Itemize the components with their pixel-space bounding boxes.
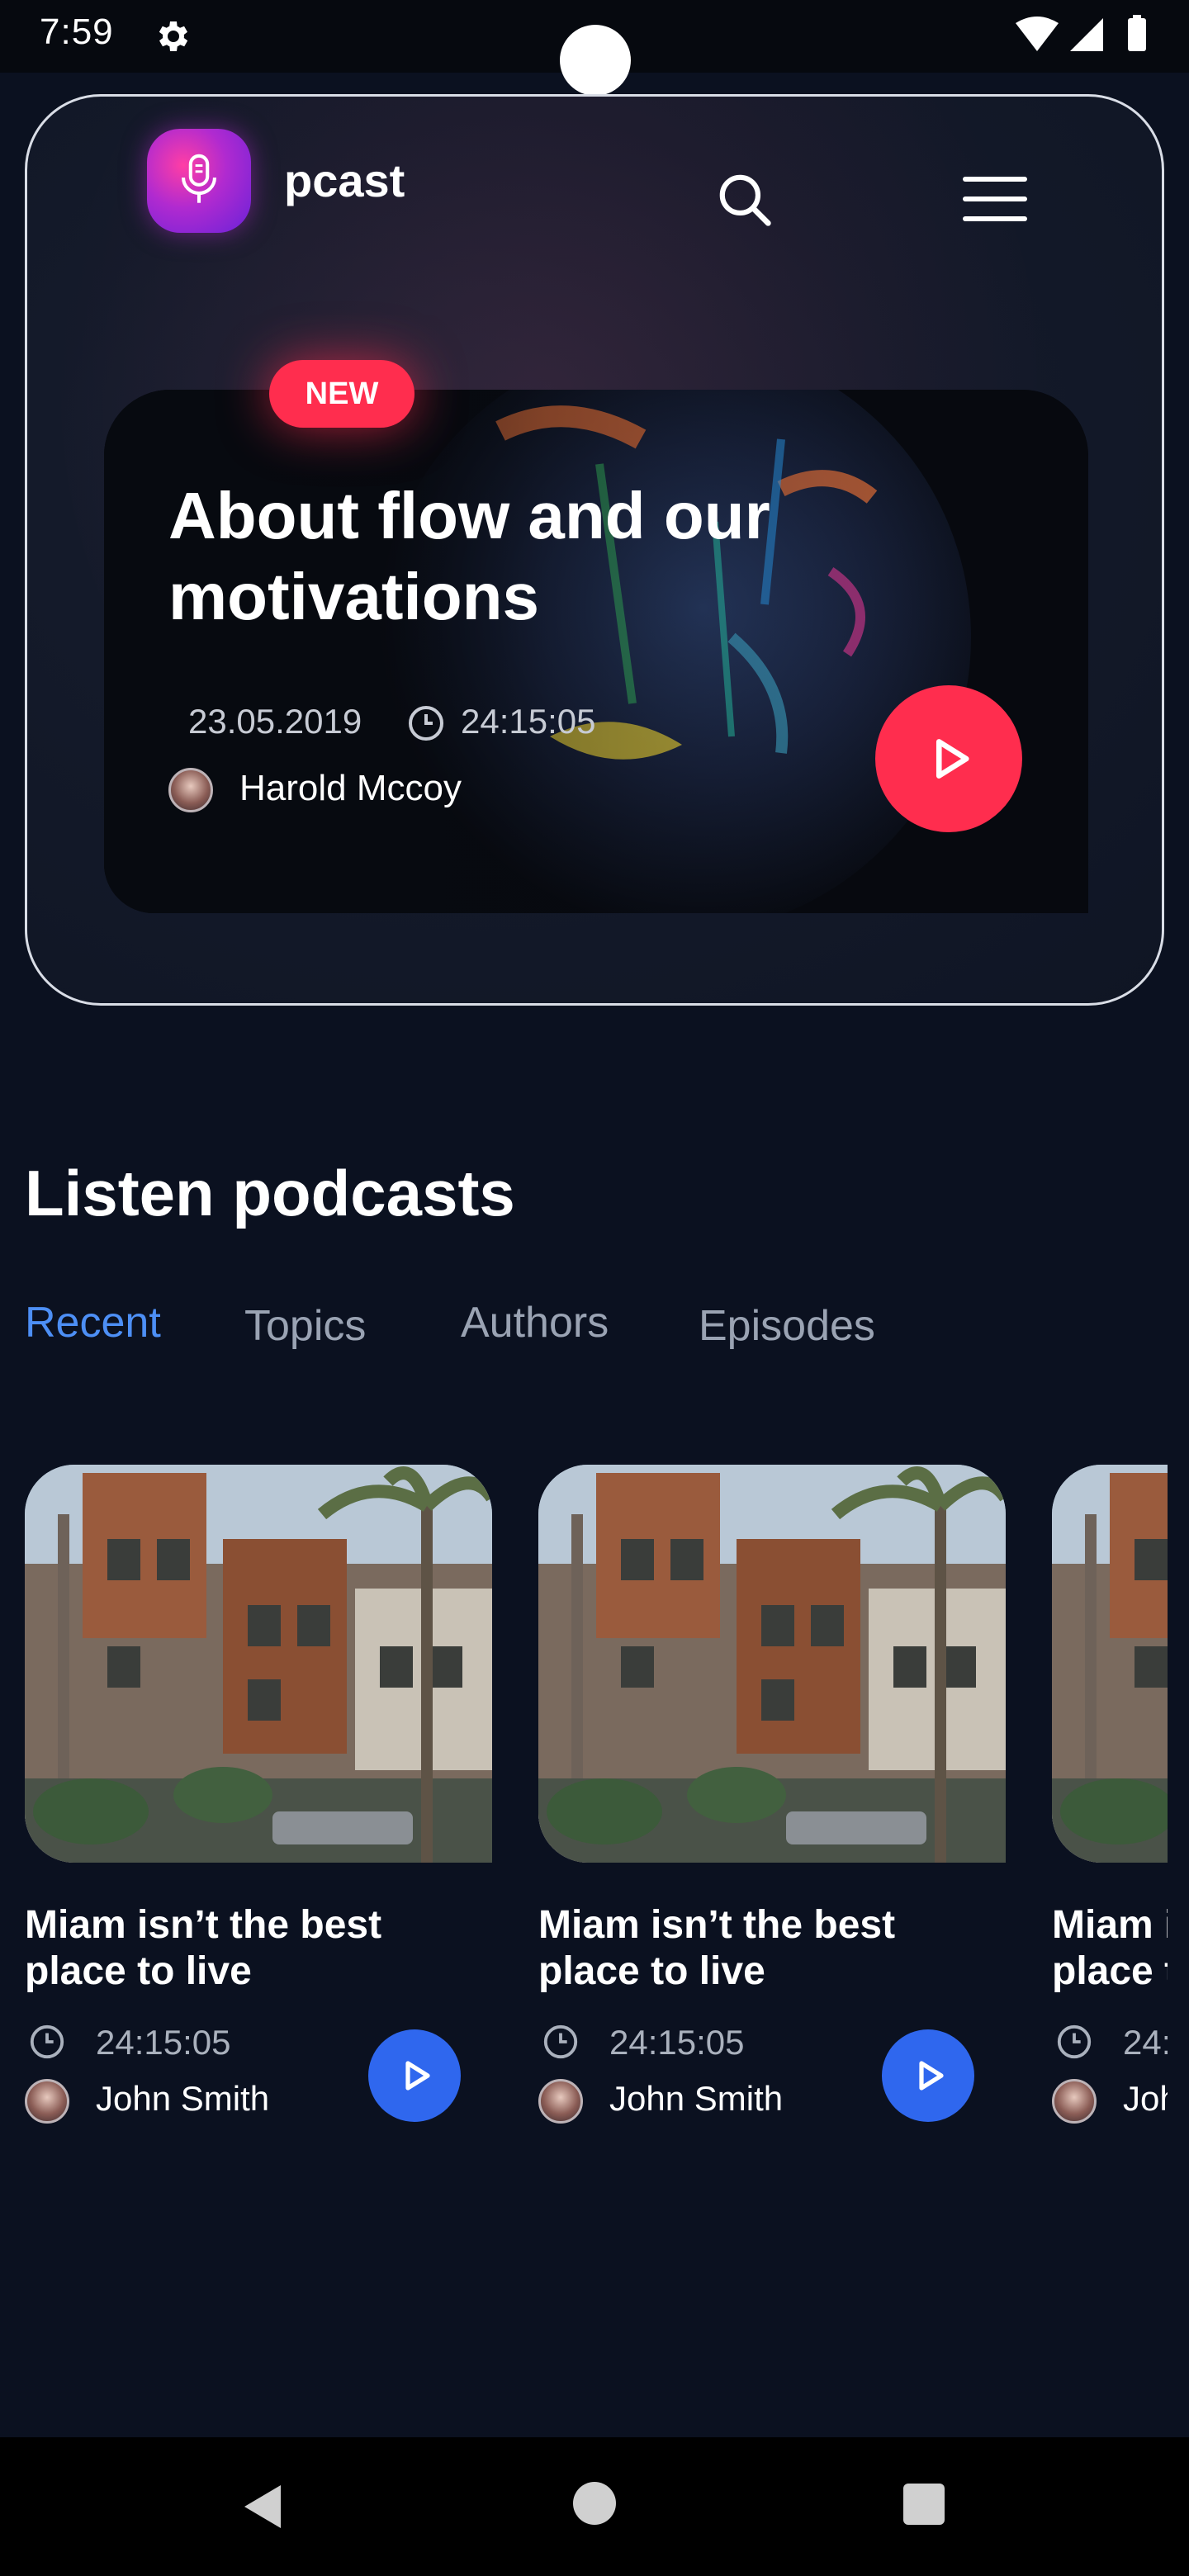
play-button[interactable]	[368, 2029, 461, 2122]
gear-icon	[159, 21, 188, 51]
featured-play-button[interactable]	[875, 685, 1022, 832]
clock-icon	[409, 706, 443, 741]
section-title: Listen podcasts	[25, 1157, 515, 1229]
featured-date: 23.05.2019	[188, 702, 362, 741]
avatar	[538, 2079, 583, 2124]
featured-title: About flow and our motivations	[168, 479, 770, 633]
clock-icon	[30, 2024, 64, 2059]
podcast-duration: 24:15:05	[609, 2023, 745, 2062]
featured-podcast-card[interactable]	[104, 390, 1088, 913]
signal-icon	[1070, 18, 1103, 51]
play-icon	[405, 2061, 430, 2091]
podcast-duration: 24:15:05	[96, 2023, 231, 2062]
podcast-card[interactable]: Miam isn’t the best place to live 24:15:…	[538, 1465, 1006, 2158]
podcast-thumbnail	[538, 1465, 1006, 1863]
search-icon[interactable]	[713, 168, 775, 230]
logo-text: pcast	[284, 154, 405, 206]
podcast-thumbnail	[25, 1465, 492, 1863]
clock-icon	[543, 2024, 578, 2059]
battery-icon	[1128, 18, 1146, 51]
avatar	[168, 768, 213, 812]
avatar	[1052, 2079, 1097, 2124]
tab-episodes[interactable]: Episodes	[699, 1301, 875, 1351]
play-icon	[919, 2061, 944, 2091]
podcast-author[interactable]: John Smith	[609, 2079, 783, 2119]
logo-badge[interactable]	[147, 129, 251, 233]
podcast-duration: 24:15:05	[1123, 2023, 1168, 2062]
podcast-author[interactable]: John Smith	[1123, 2079, 1168, 2119]
status-time: 7:59	[40, 12, 114, 52]
podcast-thumbnail	[1052, 1465, 1168, 1863]
status-icons	[1016, 15, 1146, 51]
new-badge: NEW	[269, 360, 414, 428]
tab-recent[interactable]: Recent	[25, 1298, 161, 1347]
microphone-icon	[182, 154, 216, 203]
podcast-title: Miam isn’t the best place to live	[25, 1903, 382, 1993]
podcast-author[interactable]: John Smith	[96, 2079, 269, 2119]
podcast-title: Miam isn’t the best place to live	[1052, 1903, 1168, 1993]
back-icon[interactable]	[238, 2480, 291, 2533]
play-icon	[936, 739, 969, 779]
podcast-card[interactable]: Miam isn’t the best place to live 24:15:…	[1052, 1465, 1168, 2158]
camera-cutout	[560, 25, 631, 96]
tab-topics[interactable]: Topics	[244, 1301, 366, 1351]
hamburger-menu-icon[interactable]	[961, 173, 1029, 225]
play-button[interactable]	[882, 2029, 974, 2122]
avatar	[25, 2079, 69, 2124]
wifi-icon	[1016, 17, 1059, 51]
clock-icon	[1057, 2024, 1092, 2059]
home-icon[interactable]	[573, 2482, 616, 2525]
podcast-card[interactable]: Miam isn’t the best place to live 24:15:…	[25, 1465, 492, 2158]
podcast-title: Miam isn’t the best place to live	[538, 1903, 896, 1993]
tab-authors[interactable]: Authors	[461, 1298, 609, 1347]
featured-duration: 24:15:05	[461, 702, 596, 741]
featured-author[interactable]: Harold Mccoy	[239, 768, 462, 809]
featured-artwork	[104, 390, 1088, 913]
recents-icon[interactable]	[903, 2484, 945, 2525]
